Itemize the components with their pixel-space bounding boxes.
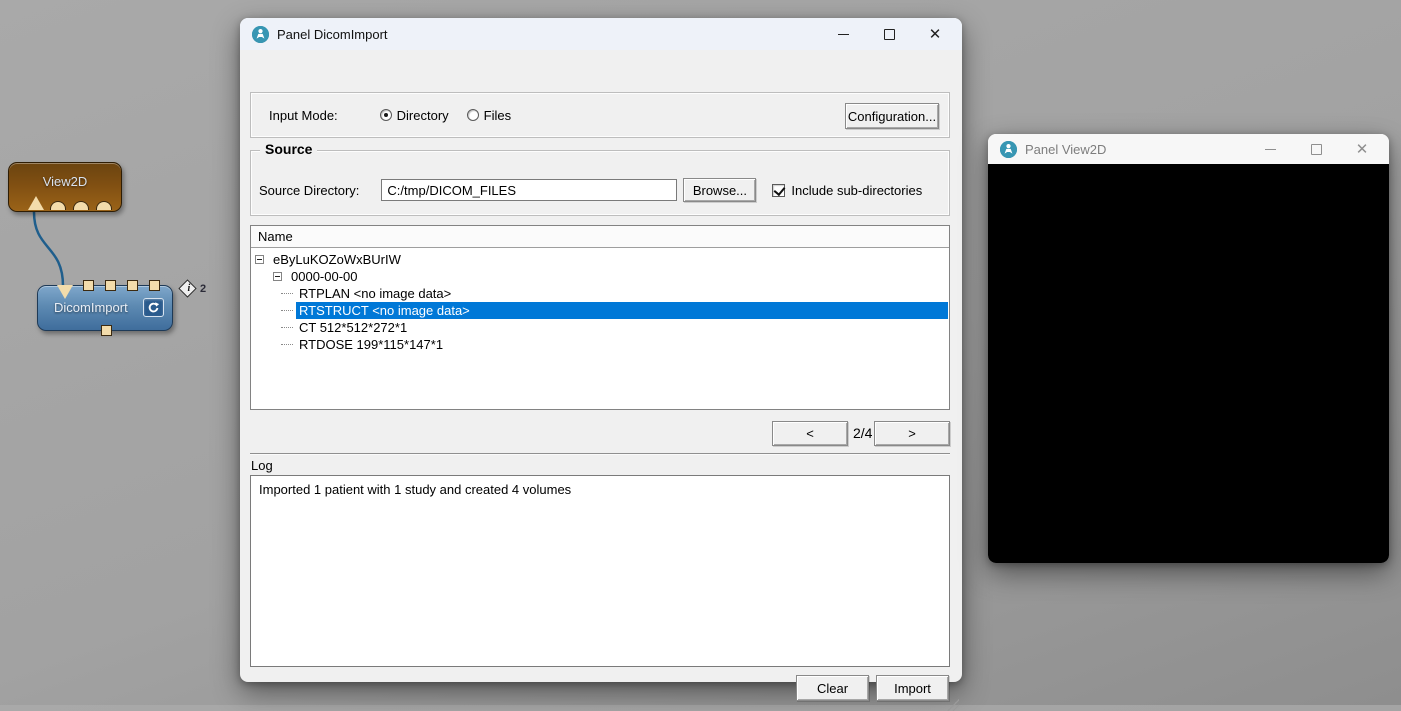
clear-button[interactable]: Clear xyxy=(796,675,869,701)
dicomimport-node-label: DicomImport xyxy=(54,300,128,315)
output-port-square[interactable] xyxy=(149,280,160,291)
radio-files-label: Files xyxy=(484,108,511,123)
minimize-icon xyxy=(1265,149,1276,150)
tree-row-series[interactable]: CT 512*512*272*1 xyxy=(251,319,949,336)
radio-directory-label: Directory xyxy=(397,108,449,123)
output-port-square[interactable] xyxy=(105,280,116,291)
include-subdirs-checkbox[interactable]: Include sub-directories xyxy=(772,183,922,198)
view2d-node-label: View2D xyxy=(9,174,121,189)
configuration-button[interactable]: Configuration... xyxy=(845,103,939,129)
source-directory-input[interactable] xyxy=(381,179,677,201)
dicomimport-titlebar[interactable]: Panel DicomImport ✕ xyxy=(240,18,962,50)
radio-selected-icon xyxy=(380,109,392,121)
input-port-semi[interactable] xyxy=(50,201,66,210)
source-group-title: Source xyxy=(260,141,317,157)
input-port-triangle[interactable] xyxy=(28,196,44,210)
node-badge-count: 2 xyxy=(200,283,206,295)
maximize-button[interactable] xyxy=(874,22,904,46)
collapse-icon[interactable] xyxy=(255,255,264,264)
dicom-panel-body: Input Mode: Directory Files Configuratio… xyxy=(240,50,962,682)
radio-files[interactable]: Files xyxy=(467,108,511,123)
tree-header-name[interactable]: Name xyxy=(251,226,949,248)
tree-branch-line xyxy=(281,310,293,311)
splitter-handle[interactable] xyxy=(250,453,950,455)
collapse-icon[interactable] xyxy=(273,272,282,281)
maximize-button[interactable] xyxy=(1301,137,1331,161)
window-title: Panel View2D xyxy=(1025,142,1106,157)
import-button[interactable]: Import xyxy=(876,675,949,701)
browse-button[interactable]: Browse... xyxy=(683,178,756,202)
view2d-node[interactable]: View2D xyxy=(8,162,122,212)
minimize-button[interactable] xyxy=(1255,137,1285,161)
minimize-button[interactable] xyxy=(828,22,858,46)
check-icon xyxy=(772,184,785,197)
resize-grip[interactable] xyxy=(947,699,959,711)
source-groupbox: Source Source Directory: Browse... Inclu… xyxy=(250,150,950,216)
source-directory-label: Source Directory: xyxy=(259,183,359,198)
window-title: Panel DicomImport xyxy=(277,27,388,42)
input-mode-frame: Input Mode: Directory Files Configuratio… xyxy=(250,92,950,138)
input-port-semi[interactable] xyxy=(73,201,89,210)
view2d-viewport[interactable] xyxy=(988,164,1389,563)
radio-directory[interactable]: Directory xyxy=(380,108,449,123)
dicomimport-panel-window: Panel DicomImport ✕ Input Mode: Director… xyxy=(240,18,962,682)
tree-row-series[interactable]: RTPLAN <no image data> xyxy=(251,285,949,302)
maximize-icon xyxy=(884,29,895,40)
log-output[interactable]: Imported 1 patient with 1 study and crea… xyxy=(250,475,950,667)
input-port-square[interactable] xyxy=(101,325,112,336)
mevislab-app-icon xyxy=(252,26,269,43)
radio-unselected-icon xyxy=(467,109,479,121)
maximize-icon xyxy=(1311,144,1322,155)
output-port-square[interactable] xyxy=(127,280,138,291)
tree-branch-line xyxy=(281,327,293,328)
tree-row-patient[interactable]: eByLuKOZoWxBUrIW xyxy=(251,251,949,268)
close-button[interactable]: ✕ xyxy=(1347,137,1377,161)
log-label: Log xyxy=(251,458,273,473)
tree-branch-line xyxy=(281,344,293,345)
pager-position: 2/4 xyxy=(853,421,872,446)
include-subdirs-label: Include sub-directories xyxy=(791,183,922,198)
dicom-tree-view[interactable]: Name eByLuKOZoWxBUrIW 0000-00-00 RTPLAN … xyxy=(250,225,950,410)
input-mode-label: Input Mode: xyxy=(269,108,338,123)
info-diamond-icon[interactable]: i xyxy=(178,279,196,297)
reload-icon[interactable] xyxy=(143,298,164,317)
minimize-icon xyxy=(838,34,849,35)
pager-prev-button[interactable]: < xyxy=(772,421,848,446)
dicomimport-node[interactable]: DicomImport xyxy=(37,285,173,331)
mevislab-app-icon xyxy=(1000,141,1017,158)
output-port-triangle[interactable] xyxy=(57,285,73,299)
view2d-titlebar[interactable]: Panel View2D ✕ xyxy=(988,134,1389,164)
output-port-square[interactable] xyxy=(83,280,94,291)
input-port-semi[interactable] xyxy=(96,201,112,210)
tree-row-series[interactable]: RTDOSE 199*115*147*1 xyxy=(251,336,949,353)
tree-branch-line xyxy=(281,293,293,294)
view2d-panel-window: Panel View2D ✕ xyxy=(988,134,1389,563)
tree-row-series-selected[interactable]: RTSTRUCT <no image data> xyxy=(251,302,949,319)
pager-next-button[interactable]: > xyxy=(874,421,950,446)
tree-row-study[interactable]: 0000-00-00 xyxy=(251,268,949,285)
close-button[interactable]: ✕ xyxy=(920,22,950,46)
